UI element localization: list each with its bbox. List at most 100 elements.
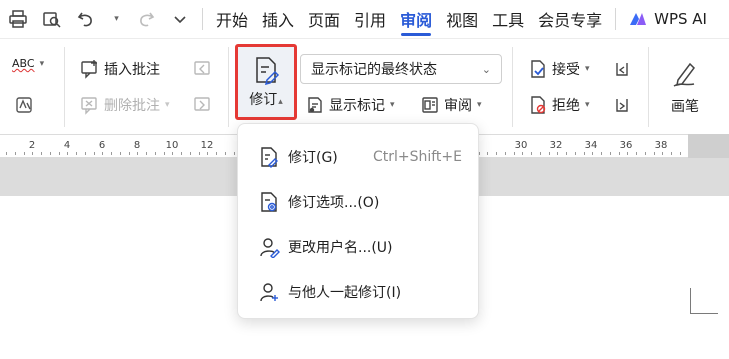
ruler-tick-mark [93, 152, 95, 155]
menu-item-member[interactable]: 会员专享 [531, 0, 609, 38]
revision-options-icon [261, 191, 277, 212]
show-markup-label: 显示标记 [329, 98, 385, 114]
ruler-tick-mark [539, 152, 541, 155]
spellcheck-button[interactable]: ABC ▾ [12, 57, 44, 70]
insert-comment-button[interactable]: 插入批注 [80, 59, 160, 79]
ruler-tick-mark [128, 152, 130, 155]
ruler-tick-mark [189, 152, 191, 155]
spellcheck-label: ABC [12, 57, 35, 70]
print-preview-button[interactable] [36, 3, 68, 35]
undo-dropdown[interactable]: ▾ [104, 3, 128, 35]
ruler-tick-mark [679, 152, 681, 155]
previous-change-button[interactable] [612, 59, 632, 79]
delete-comment-button[interactable]: 删除批注 ▾ [80, 95, 170, 115]
ribbon-divider [648, 47, 649, 127]
accept-button[interactable]: 接受 ▾ [528, 59, 590, 79]
menu-item-collaborate-revise[interactable]: 与他人一起修订(I) [238, 269, 478, 314]
pen-button[interactable]: 画笔 [660, 47, 710, 127]
pen-icon [673, 62, 695, 87]
accept-icon [531, 60, 545, 78]
ruler-tick-mark [671, 152, 672, 155]
ruler-tick-label: 4 [63, 140, 71, 151]
ruler-tick-mark [627, 152, 629, 155]
revise-label: 修订▴ [249, 92, 283, 108]
chevron-down-icon: ▾ [39, 58, 45, 69]
ruler-tick-mark [67, 152, 69, 155]
redo-icon [140, 12, 155, 27]
revise-button[interactable]: 修订▴ [235, 44, 297, 120]
translate-icon [16, 97, 32, 113]
menu-item-label: 与他人一起修订(I) [288, 284, 402, 301]
ruler-tick-mark [609, 152, 611, 155]
ruler-tick-mark [601, 152, 602, 155]
top-bar: ▾ 开始 插入 页面 引用 审阅 视图 工具 会员专享 WPS AI [0, 0, 729, 38]
chevron-down-icon: ▾ [585, 100, 590, 110]
ruler-tick-label: 10 [165, 140, 179, 151]
chevron-down-icon [174, 16, 186, 24]
previous-change-icon [616, 63, 628, 76]
ruler-tick-mark [146, 152, 147, 155]
translate-button[interactable] [14, 95, 34, 115]
show-markup-button[interactable]: 显示标记 ▾ [305, 95, 395, 115]
review-pane-button[interactable]: 审阅 ▾ [420, 95, 482, 115]
quick-access-more-button[interactable] [164, 3, 196, 35]
redo-button[interactable] [130, 3, 162, 35]
menu-item-label: 更改用户名...(U) [288, 239, 393, 256]
chevron-down-icon: ⌄ [481, 62, 491, 76]
ruler-tick-mark [76, 152, 77, 155]
page-margin-corner-mark [690, 288, 718, 314]
menu-item-reference[interactable]: 引用 [347, 0, 393, 38]
review-pane-label: 审阅 [444, 98, 472, 114]
next-comment-button[interactable] [192, 95, 212, 115]
delete-comment-label: 删除批注 [104, 98, 160, 114]
ruler-tick-mark [172, 152, 174, 155]
menu-item-review[interactable]: 审阅 [393, 0, 439, 38]
undo-button[interactable] [70, 3, 102, 35]
ruler-tick-label: 36 [619, 140, 633, 151]
menu-item-insert[interactable]: 插入 [255, 0, 301, 38]
change-username-icon [260, 237, 280, 258]
menu-item-start[interactable]: 开始 [209, 0, 255, 38]
ruler-tick-label: 34 [584, 140, 598, 151]
menu-item-track-changes[interactable]: 修订(G) Ctrl+Shift+E [238, 134, 478, 179]
ruler-tick-label: 30 [514, 140, 528, 151]
revise-dropdown-menu: 修订(G) Ctrl+Shift+E 修订选项...(O) 更改用户名...(U… [237, 123, 479, 319]
undo-icon [77, 12, 92, 27]
ruler-tick-mark [32, 152, 34, 155]
chevron-down-icon: ▾ [114, 14, 119, 24]
track-changes-icon [256, 57, 280, 85]
reject-label: 拒绝 [552, 98, 580, 114]
ruler-tick-mark [198, 152, 200, 155]
chevron-down-icon: ▾ [390, 100, 395, 110]
chevron-down-icon: ▾ [477, 100, 482, 110]
ruler-tick-mark [513, 152, 515, 155]
chevron-down-icon: ▾ [165, 100, 170, 110]
menu-item-revision-options[interactable]: 修订选项...(O) [238, 179, 478, 224]
ribbon-divider [64, 47, 65, 127]
menu-item-label: 修订选项...(O) [288, 194, 380, 211]
ruler-tick-label: 38 [654, 140, 668, 151]
menu-item-page[interactable]: 页面 [301, 0, 347, 38]
markup-display-select[interactable]: 显示标记的最终状态 ⌄ [300, 54, 502, 84]
ruler-tick-mark [662, 152, 664, 155]
reject-button[interactable]: 拒绝 ▾ [528, 95, 590, 115]
next-change-icon [616, 99, 628, 112]
collaborate-revise-icon [260, 282, 278, 301]
print-button[interactable] [2, 3, 34, 35]
accept-label: 接受 [552, 62, 580, 78]
menu-item-tools[interactable]: 工具 [485, 0, 531, 38]
insert-comment-label: 插入批注 [104, 62, 160, 78]
menu-item-view[interactable]: 视图 [439, 0, 485, 38]
menu-item-change-username[interactable]: 更改用户名...(U) [238, 224, 478, 269]
ruler-tick-mark [111, 152, 112, 155]
track-changes-icon [261, 146, 278, 168]
ruler-tick-label: 12 [200, 140, 214, 151]
ruler-tick-mark [119, 152, 121, 155]
ruler-tick-mark [531, 152, 532, 155]
ruler-tick-mark [644, 152, 646, 155]
previous-comment-button[interactable] [192, 59, 212, 79]
ruler-tick-mark [207, 152, 209, 155]
next-change-button[interactable] [612, 95, 632, 115]
wps-ai-button[interactable]: WPS AI [628, 9, 707, 29]
ruler-tick-mark [522, 152, 524, 155]
